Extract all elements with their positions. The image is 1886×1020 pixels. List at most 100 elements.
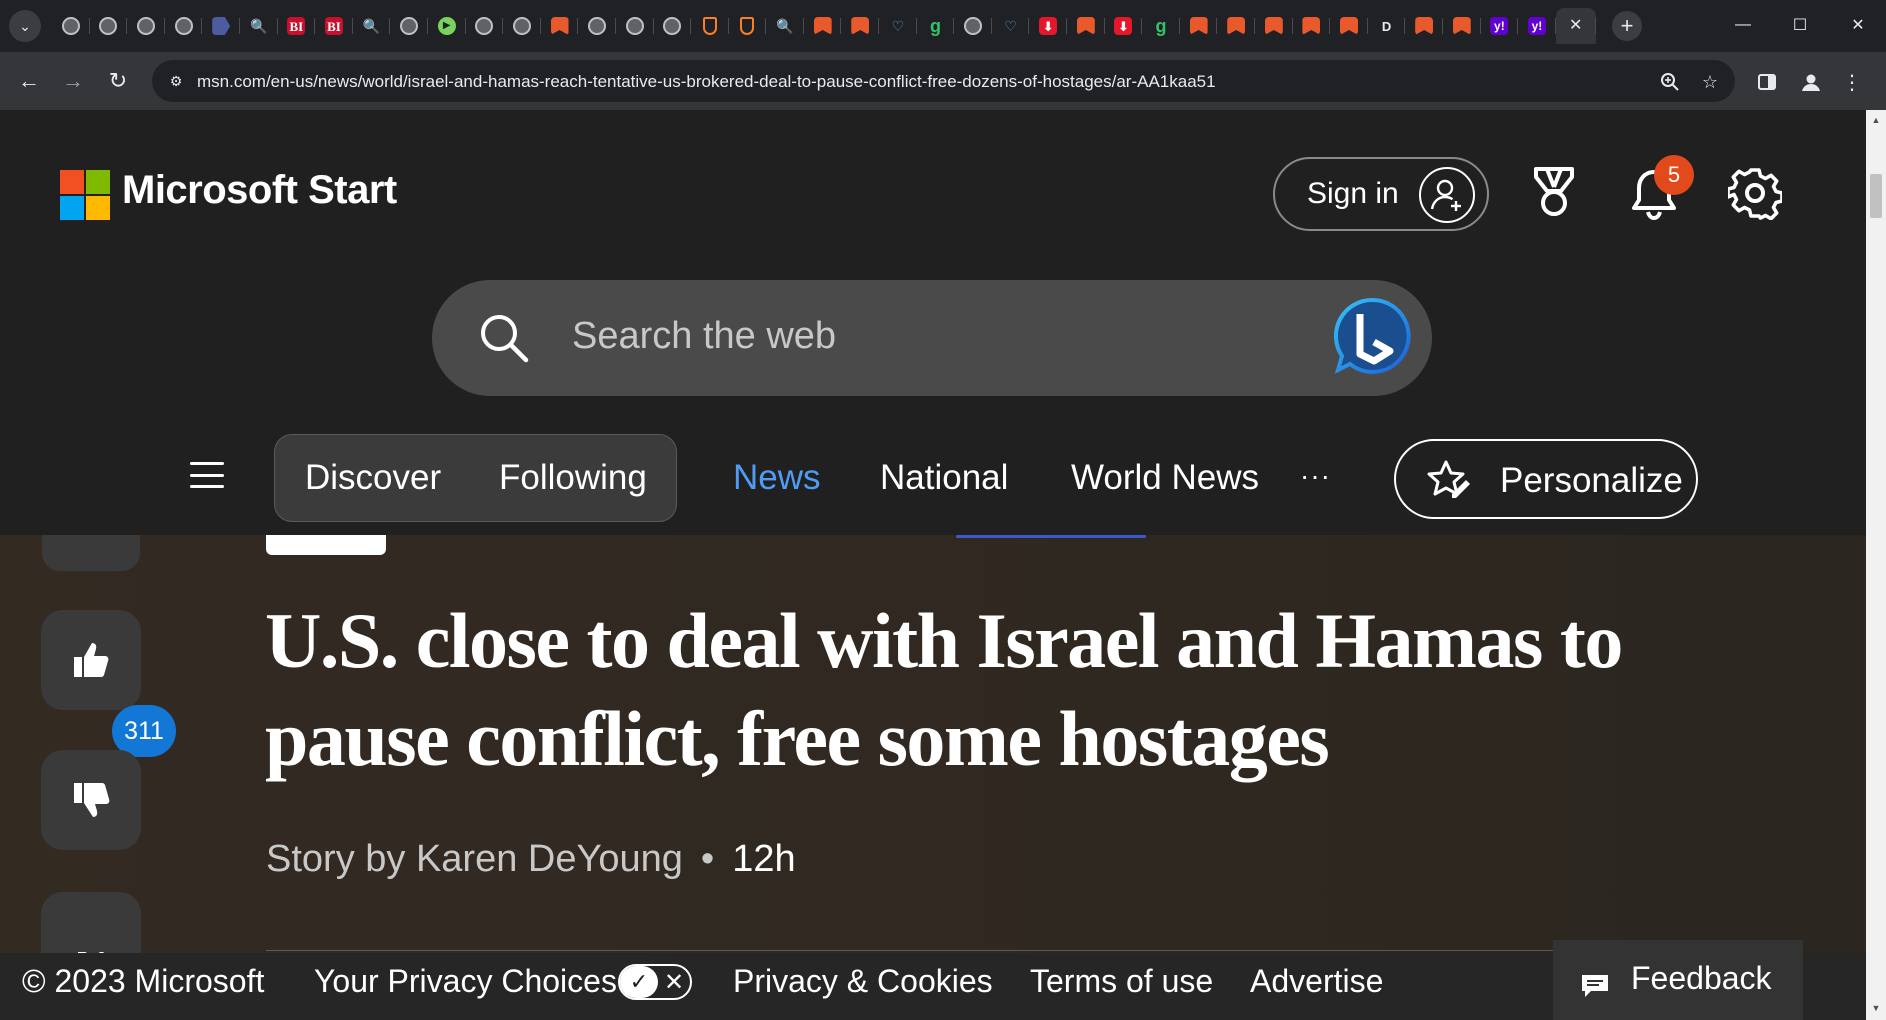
privacy-choices-toggle-icon[interactable]: ✓ ✕ [618, 964, 692, 1000]
search-icon[interactable] [476, 310, 532, 366]
bing-chat-icon[interactable] [1332, 296, 1412, 376]
browser-tab[interactable] [466, 8, 504, 44]
back-icon[interactable]: ← [12, 64, 46, 98]
settings-gear-icon[interactable] [1725, 163, 1785, 223]
nav-item-world-news[interactable]: World News [1071, 458, 1259, 498]
browser-tab[interactable]: y! [1518, 8, 1556, 44]
search-input[interactable]: Search the web [572, 315, 836, 358]
profile-icon[interactable] [1794, 65, 1828, 99]
rewards-medal-icon[interactable] [1524, 162, 1584, 222]
sign-in-button[interactable]: Sign in [1273, 157, 1489, 231]
nav-item-national[interactable]: National [880, 458, 1008, 498]
minimize-icon[interactable]: — [1723, 10, 1763, 40]
browser-tab[interactable] [1217, 8, 1255, 44]
flag-icon [212, 17, 231, 35]
browser-tab[interactable] [1180, 8, 1218, 44]
browser-tab[interactable]: y! [1481, 8, 1519, 44]
close-window-icon[interactable]: ✕ [1838, 10, 1878, 40]
browser-tab[interactable] [1067, 8, 1105, 44]
bookmark-icon [1076, 17, 1095, 35]
browser-tab[interactable]: ♡ [879, 8, 917, 44]
close-tab-icon[interactable]: ✕ [1567, 17, 1585, 35]
bookmark-star-icon[interactable]: ☆ [1697, 69, 1723, 95]
browser-tab[interactable] [1443, 8, 1481, 44]
tab-discover[interactable]: Discover [305, 458, 441, 498]
brand-name[interactable]: Microsoft Start [122, 168, 397, 213]
privacy-choices-link[interactable]: Your Privacy Choices [314, 963, 617, 1000]
browser-tab[interactable]: BI [315, 8, 353, 44]
browser-tab[interactable] [1405, 8, 1443, 44]
browser-tab[interactable]: 🔍 [353, 8, 391, 44]
browser-tab[interactable]: ⬇ [1105, 8, 1143, 44]
address-bar[interactable]: ⚙ msn.com/en-us/news/world/israel-and-ha… [152, 60, 1735, 102]
browser-tab[interactable] [90, 8, 128, 44]
browser-tab[interactable] [654, 8, 692, 44]
active-tab[interactable]: ✕ [1555, 8, 1596, 44]
browser-tab[interactable] [1293, 8, 1331, 44]
chrome-menu-icon[interactable]: ⋮ [1842, 65, 1862, 99]
forward-icon[interactable]: → [56, 64, 90, 98]
browser-tab[interactable] [691, 8, 729, 44]
browser-tab[interactable] [165, 8, 203, 44]
bookmark-icon [851, 17, 870, 35]
browser-tab[interactable] [503, 8, 541, 44]
personalize-button[interactable]: Personalize [1394, 439, 1698, 519]
scrollbar-thumb[interactable] [1870, 174, 1882, 218]
reload-icon[interactable]: ↻ [101, 64, 135, 98]
maximize-icon[interactable]: ☐ [1780, 10, 1820, 40]
site-info-icon[interactable]: ⚙ [166, 71, 186, 91]
globe-icon [475, 17, 494, 35]
browser-tab[interactable]: D [1368, 8, 1406, 44]
browser-tab[interactable] [541, 8, 579, 44]
like-button[interactable] [41, 610, 141, 710]
menu-hamburger-icon[interactable] [190, 462, 224, 488]
browser-tab[interactable]: g [917, 8, 955, 44]
browser-tab[interactable]: 🔍 [766, 8, 804, 44]
browser-tab[interactable]: ♡ [992, 8, 1030, 44]
new-tab-button[interactable]: + [1612, 11, 1642, 41]
browser-tab[interactable] [1330, 8, 1368, 44]
feed-switcher: Discover Following [274, 434, 677, 522]
browser-tab[interactable] [52, 8, 90, 44]
article-byline: Story by Karen DeYoung • 12h [266, 838, 796, 881]
tab-following[interactable]: Following [499, 458, 647, 498]
browser-tab[interactable]: 🔍 [240, 8, 278, 44]
browser-tab[interactable] [804, 8, 842, 44]
byline-separator: • [700, 838, 715, 880]
browser-tab[interactable] [1255, 8, 1293, 44]
scroll-up-icon[interactable]: ▲ [1870, 114, 1882, 126]
globe-icon [625, 17, 644, 35]
web-search-box[interactable]: Search the web [432, 280, 1432, 396]
play-icon: ▶ [437, 17, 456, 35]
scroll-down-icon[interactable]: ▼ [1870, 1002, 1882, 1014]
browser-tab[interactable] [127, 8, 165, 44]
browser-tab[interactable] [202, 8, 240, 44]
g-icon: g [929, 16, 941, 36]
browser-tab[interactable]: ⬇ [1029, 8, 1067, 44]
privacy-cookies-link[interactable]: Privacy & Cookies [733, 963, 993, 1000]
microsoft-logo-icon[interactable] [60, 170, 110, 220]
advertise-link[interactable]: Advertise [1250, 963, 1383, 1000]
page-scrollbar[interactable]: ▲ ▼ [1866, 110, 1886, 1020]
browser-tab[interactable]: BI [278, 8, 316, 44]
author-label[interactable]: Story by Karen DeYoung [266, 838, 683, 880]
terms-of-use-link[interactable]: Terms of use [1030, 963, 1213, 1000]
nav-item-news[interactable]: News [733, 458, 821, 498]
url-text[interactable]: msn.com/en-us/news/world/israel-and-hama… [197, 72, 1216, 92]
side-panel-icon[interactable] [1750, 65, 1784, 99]
browser-tab[interactable]: ▶ [428, 8, 466, 44]
browser-tab[interactable] [616, 8, 654, 44]
browser-tab[interactable] [841, 8, 879, 44]
feedback-button[interactable]: Feedback [1553, 940, 1803, 1020]
zoom-icon[interactable] [1657, 69, 1683, 95]
dislike-button[interactable] [41, 750, 141, 850]
browser-tab[interactable] [578, 8, 616, 44]
browser-tab[interactable]: g [1142, 8, 1180, 44]
browser-tab[interactable] [729, 8, 767, 44]
audio-button-partial[interactable] [42, 535, 140, 571]
search-icon: 🔍 [250, 18, 268, 34]
tab-search-dropdown-icon[interactable]: ⌄ [9, 10, 41, 42]
more-nav-icon[interactable]: ··· [1300, 460, 1331, 492]
browser-tab[interactable] [954, 8, 992, 44]
browser-tab[interactable] [390, 8, 428, 44]
